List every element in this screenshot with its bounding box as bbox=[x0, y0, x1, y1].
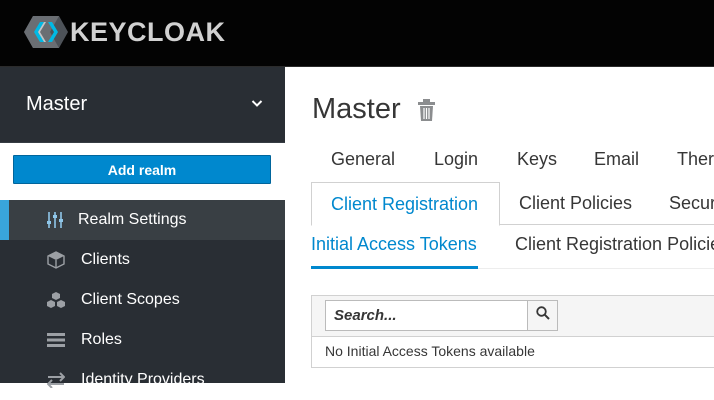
subtab-initial-access-tokens[interactable]: Initial Access Tokens bbox=[311, 234, 477, 255]
tab-security[interactable]: Secur bbox=[669, 182, 714, 225]
keycloak-logo[interactable]: KEYCLOAK bbox=[24, 15, 226, 49]
top-header: KEYCLOAK bbox=[0, 0, 714, 67]
sidebar-item-label: Clients bbox=[81, 251, 130, 268]
sidebar-item-label: Realm Settings bbox=[78, 211, 187, 228]
sidebar-item-realm-settings[interactable]: Realm Settings bbox=[0, 200, 285, 240]
sidebar-item-roles[interactable]: Roles bbox=[0, 320, 285, 360]
logo-text: KEYCLOAK bbox=[70, 16, 226, 47]
tab-general[interactable]: General bbox=[331, 149, 395, 170]
sidebar-item-client-scopes[interactable]: Client Scopes bbox=[0, 280, 285, 320]
tab-client-registration[interactable]: Client Registration bbox=[311, 182, 500, 226]
tab-login[interactable]: Login bbox=[434, 149, 478, 170]
tab-themes[interactable]: Ther bbox=[677, 149, 714, 170]
table-toolbar: Search... bbox=[312, 296, 714, 337]
sidebar-item-label: Roles bbox=[81, 331, 122, 348]
sliders-icon bbox=[45, 210, 65, 230]
sidebar: Master Add realm Realm Settings Clients … bbox=[0, 67, 285, 388]
settings-tabs-row2: Client Registration Client Policies Secu… bbox=[311, 182, 714, 226]
main-content: Master General Login Keys Email Ther Cli… bbox=[285, 67, 714, 383]
add-realm-area: Add realm bbox=[0, 143, 285, 200]
cube-icon bbox=[46, 250, 66, 270]
search-button[interactable] bbox=[527, 300, 558, 331]
trash-icon[interactable] bbox=[417, 98, 435, 121]
realm-selector[interactable]: Master bbox=[0, 67, 285, 143]
subtabs: Initial Access Tokens Client Registratio… bbox=[311, 232, 714, 272]
settings-tabs: General Login Keys Email Ther bbox=[311, 149, 714, 183]
tab-keys[interactable]: Keys bbox=[517, 149, 557, 170]
sidebar-item-label: Identity Providers bbox=[81, 371, 205, 388]
add-realm-button[interactable]: Add realm bbox=[13, 155, 271, 184]
list-icon bbox=[46, 330, 66, 350]
empty-state-message: No Initial Access Tokens available bbox=[325, 343, 535, 359]
realm-name: Master bbox=[26, 93, 88, 115]
subtab-client-registration-policies[interactable]: Client Registration Policie bbox=[515, 234, 714, 255]
tokens-table: Search... No Initial Access Tokens avail… bbox=[311, 295, 714, 368]
search-icon bbox=[535, 306, 550, 325]
exchange-icon bbox=[46, 370, 66, 390]
cubes-icon bbox=[46, 290, 66, 310]
search-input[interactable]: Search... bbox=[325, 300, 528, 331]
tab-client-policies[interactable]: Client Policies bbox=[519, 182, 632, 225]
page-title: Master bbox=[312, 93, 435, 126]
page-title-text: Master bbox=[312, 93, 401, 125]
active-subtab-underline bbox=[311, 266, 478, 269]
chevron-down-icon[interactable] bbox=[251, 96, 263, 114]
sidebar-nav: Realm Settings Clients Client Scopes Rol… bbox=[0, 200, 285, 400]
sidebar-item-identity-providers[interactable]: Identity Providers bbox=[0, 360, 285, 400]
sidebar-item-label: Client Scopes bbox=[81, 291, 180, 308]
sidebar-item-clients[interactable]: Clients bbox=[0, 240, 285, 280]
keycloak-logo-icon bbox=[24, 15, 68, 49]
tab-email[interactable]: Email bbox=[594, 149, 639, 170]
